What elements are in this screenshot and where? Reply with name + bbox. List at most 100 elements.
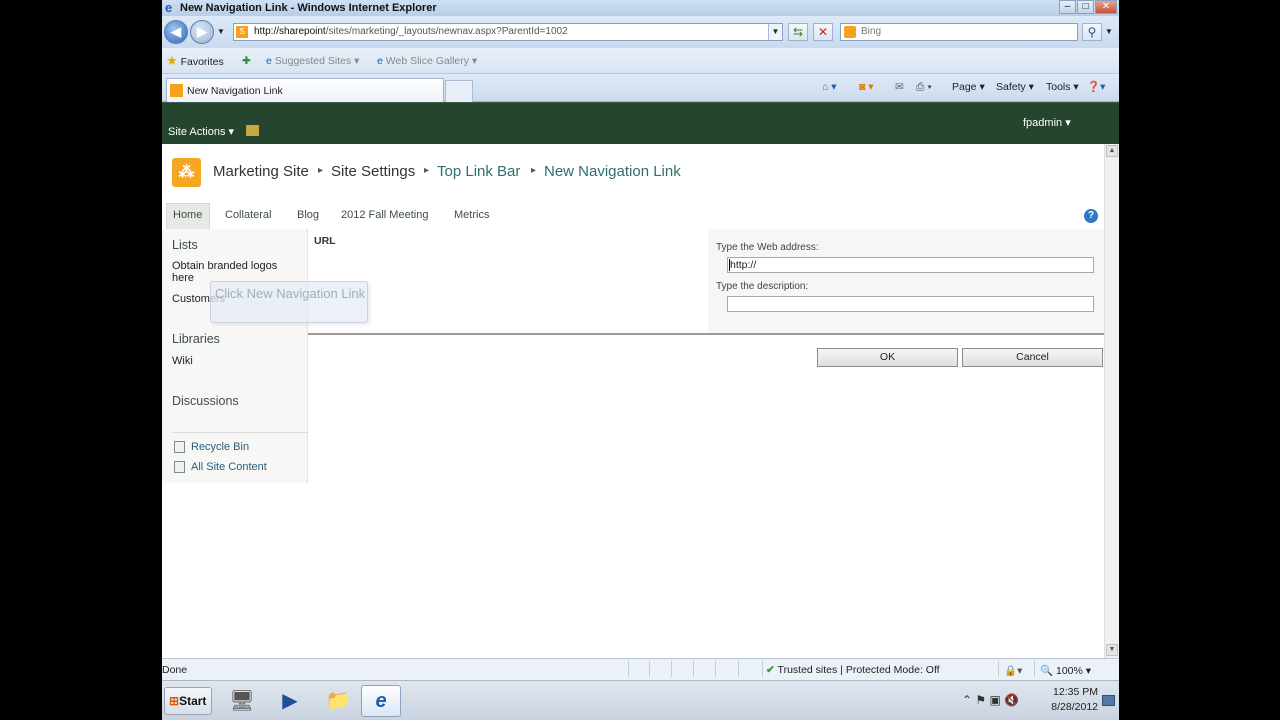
search-box[interactable]: Bing <box>840 23 1078 41</box>
ql-discussions-heading[interactable]: Discussions <box>172 394 239 408</box>
maximize-button[interactable]: □ <box>1077 0 1094 14</box>
privacy-icon[interactable]: 🔒▾ <box>1004 664 1022 677</box>
site-actions-menu[interactable]: Site Actions ▾ <box>168 125 234 138</box>
breadcrumb-top-link-bar[interactable]: Top Link Bar <box>437 163 520 181</box>
ok-button[interactable]: OK <box>817 348 958 367</box>
suggested-sites-link[interactable]: e Suggested Sites ▾ <box>266 54 359 68</box>
breadcrumb-site-settings[interactable]: Site Settings <box>331 163 415 181</box>
zoom-icon: 🔍 <box>1040 665 1054 677</box>
safety-menu[interactable]: Safety ▾ <box>996 80 1034 94</box>
window-title: New Navigation Link - Windows Internet E… <box>180 2 437 14</box>
ql-libraries-heading[interactable]: Libraries <box>172 332 220 346</box>
recycle-bin-icon <box>174 441 185 453</box>
help-icon[interactable]: ? <box>1084 209 1098 223</box>
powershell-icon[interactable]: ▶ <box>270 685 310 717</box>
bing-icon <box>844 26 856 38</box>
status-cell <box>649 661 650 677</box>
clock-time[interactable]: 12:35 PM <box>1034 686 1098 698</box>
description-label: Type the description: <box>716 281 809 292</box>
description-input[interactable] <box>727 296 1094 312</box>
user-menu[interactable]: fpadmin ▾ <box>1023 116 1071 129</box>
status-cell <box>715 661 716 677</box>
breadcrumb-separator-icon: ▸ <box>318 165 324 176</box>
top-nav-2012-fall-meeting[interactable]: 2012 Fall Meeting <box>341 208 428 222</box>
web-address-label: Type the Web address: <box>716 242 819 253</box>
scroll-down-icon[interactable]: ▼ <box>1106 644 1118 656</box>
top-nav-collateral[interactable]: Collateral <box>225 208 271 222</box>
breadcrumb-marketing-site[interactable]: Marketing Site <box>213 163 309 181</box>
print-icon[interactable]: ⎙ ▾ <box>916 80 932 94</box>
scroll-up-icon[interactable]: ▲ <box>1106 145 1118 157</box>
back-button[interactable]: ◀ <box>164 20 188 44</box>
close-button[interactable]: ✕ <box>1095 0 1117 14</box>
tab-label: New Navigation Link <box>187 85 283 97</box>
url-section-label: URL <box>314 235 336 247</box>
search-options-icon[interactable]: ▼ <box>1105 27 1113 36</box>
form-divider <box>308 333 1104 335</box>
internet-explorer-icon[interactable]: e <box>361 685 401 717</box>
vertical-scrollbar[interactable]: ▲ ▼ <box>1104 144 1119 658</box>
windows-taskbar: ⊞Start 🖥 ▶ 📁 e ⌃ ⚑ ▣ 🔇 12:35 PM 8/28/201… <box>162 680 1119 720</box>
top-nav-blog[interactable]: Blog <box>297 208 319 222</box>
status-cell <box>693 661 694 677</box>
tab-new-navigation-link[interactable]: New Navigation Link <box>166 78 444 102</box>
tab-favicon-icon <box>170 84 183 97</box>
ql-item-wiki[interactable]: Wiki <box>172 355 193 367</box>
cancel-button[interactable]: Cancel <box>962 348 1103 367</box>
search-placeholder: Bing <box>861 26 882 37</box>
ie-logo-icon: e <box>165 0 173 15</box>
address-bar[interactable]: S http://sharepoint/sites/marketing/_lay… <box>233 23 783 41</box>
star-icon: ★ <box>166 53 178 68</box>
top-nav-metrics[interactable]: Metrics <box>454 208 489 222</box>
windows-flag-icon: ⊞ <box>169 694 180 708</box>
sharepoint-header: Site Actions ▾ fpadmin ▾ <box>162 102 1119 144</box>
web-address-value: http:// <box>730 259 757 271</box>
tray-icons[interactable]: ⌃ ⚑ ▣ 🔇 <box>962 693 1019 707</box>
status-cell <box>738 661 739 677</box>
minimize-button[interactable]: – <box>1059 0 1076 14</box>
clock-date[interactable]: 8/28/2012 <box>1034 701 1098 713</box>
status-cell <box>998 661 999 677</box>
title-bar: e New Navigation Link - Windows Internet… <box>162 0 1119 16</box>
navigate-up-folder-icon[interactable] <box>246 125 259 136</box>
url-input-panel: Type the Web address: http:// Type the d… <box>708 229 1104 333</box>
help-menu-icon[interactable]: ❓▾ <box>1087 80 1105 94</box>
address-url: http://sharepoint/sites/marketing/_layou… <box>254 26 568 37</box>
stop-button[interactable]: ✕ <box>813 23 833 41</box>
search-icon[interactable]: ⚲ <box>1082 23 1102 41</box>
explorer-folder-icon[interactable]: 📁 <box>318 685 358 717</box>
quick-launch: Lists Obtain branded logos here Customer… <box>162 229 308 483</box>
feeds-icon[interactable]: ◙ ▾ <box>859 80 874 94</box>
top-nav-home[interactable]: Home <box>173 208 202 222</box>
favorites-button[interactable]: ★ Favorites <box>166 54 224 69</box>
refresh-button[interactable]: ⇆ <box>788 23 808 41</box>
breadcrumb-separator-icon: ▸ <box>531 165 537 176</box>
web-slice-gallery-link[interactable]: e Web Slice Gallery ▾ <box>377 54 477 68</box>
home-icon[interactable]: ⌂ ▾ <box>822 80 837 94</box>
tutorial-callout: Click New Navigation Link <box>210 281 368 323</box>
web-address-input[interactable]: http:// <box>727 257 1094 273</box>
callout-text: Click New Navigation Link <box>214 286 366 301</box>
page-menu[interactable]: Page ▾ <box>952 80 985 94</box>
mail-icon[interactable]: ✉ <box>895 80 904 94</box>
server-manager-icon[interactable]: 🖥 <box>222 685 262 717</box>
status-bar: Done ✔ Trusted sites | Protected Mode: O… <box>162 658 1119 680</box>
status-cell <box>671 661 672 677</box>
start-button[interactable]: ⊞Start <box>164 687 212 715</box>
all-site-content-icon <box>174 461 185 473</box>
address-dropdown-icon[interactable]: ▼ <box>768 24 782 40</box>
address-toolbar: ◀ ▶ ▼ S http://sharepoint/sites/marketin… <box>162 16 1119 48</box>
add-favorite-icon[interactable]: ✚ <box>242 54 251 68</box>
ql-recycle-bin[interactable]: Recycle Bin <box>191 441 249 453</box>
new-tab-button[interactable] <box>445 80 473 102</box>
tools-menu[interactable]: Tools ▾ <box>1046 80 1079 94</box>
top-link-bar: Home Collateral Blog 2012 Fall Meeting M… <box>166 203 1102 229</box>
show-desktop-icon[interactable] <box>1102 695 1115 706</box>
recent-pages-dropdown-icon[interactable]: ▼ <box>217 27 225 36</box>
zoom-control[interactable]: 🔍 100% ▾ <box>1040 664 1091 677</box>
security-zone[interactable]: ✔ Trusted sites | Protected Mode: Off <box>766 664 940 676</box>
ql-all-site-content[interactable]: All Site Content <box>191 461 267 473</box>
favorites-bar: ★ Favorites ✚ e Suggested Sites ▾ e Web … <box>162 48 1119 74</box>
ql-lists-heading[interactable]: Lists <box>172 238 198 252</box>
forward-button[interactable]: ▶ <box>190 20 214 44</box>
